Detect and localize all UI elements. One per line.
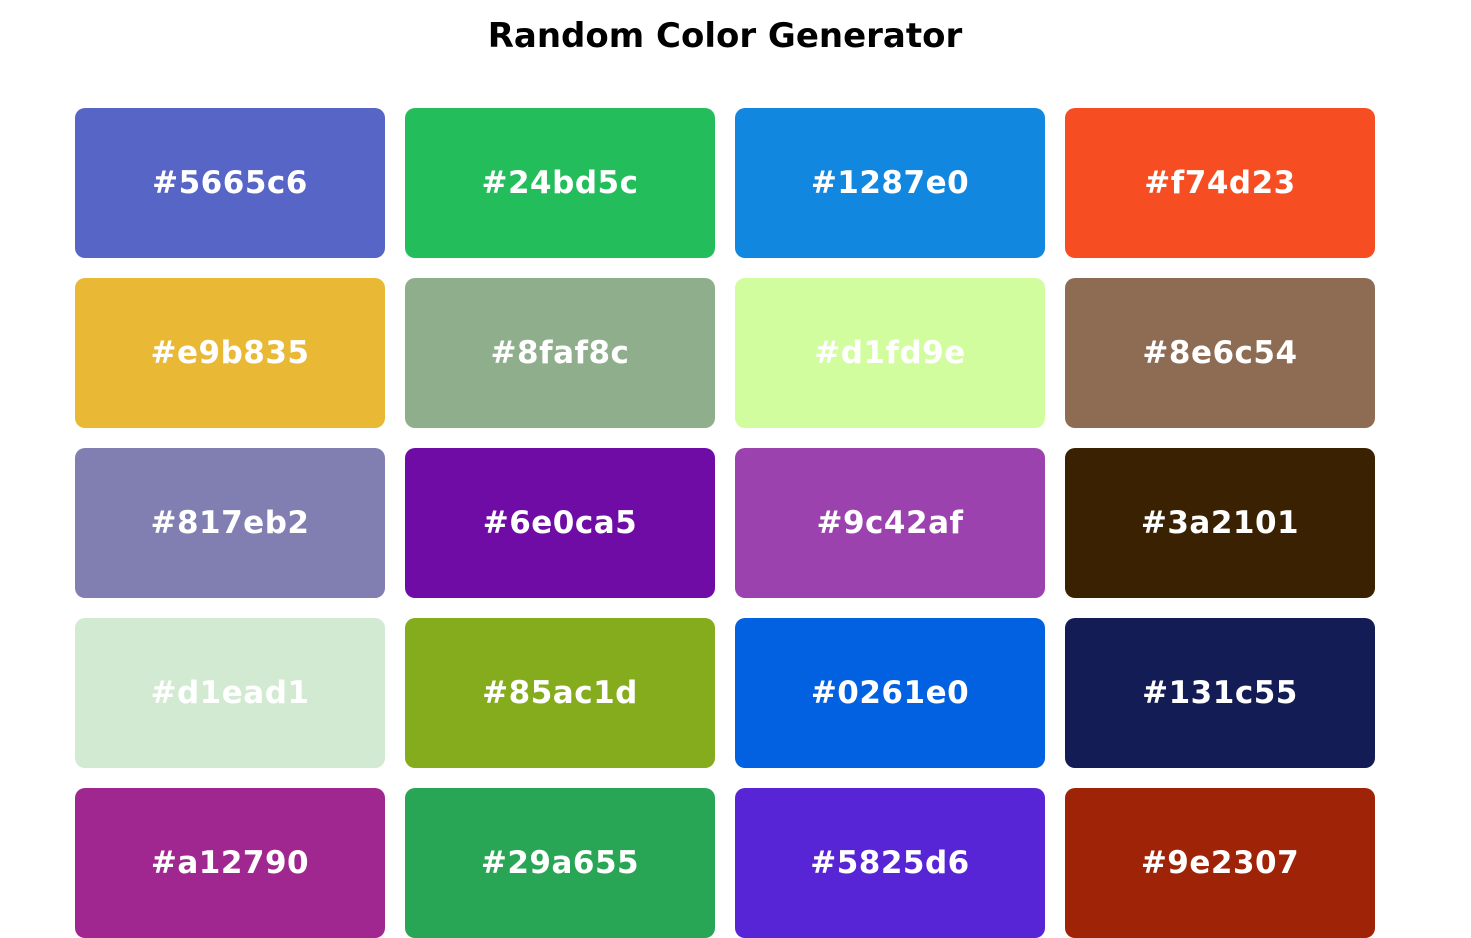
color-code: #817eb2 — [150, 505, 310, 541]
color-swatch[interactable]: #131c55 — [1065, 618, 1375, 768]
color-code: #8faf8c — [490, 335, 630, 371]
color-swatch[interactable]: #29a655 — [405, 788, 715, 938]
color-swatch[interactable]: #9e2307 — [1065, 788, 1375, 938]
color-code: #6e0ca5 — [482, 505, 638, 541]
color-swatch[interactable]: #e9b835 — [75, 278, 385, 428]
color-swatch[interactable]: #0261e0 — [735, 618, 1045, 768]
color-swatch[interactable]: #5665c6 — [75, 108, 385, 258]
color-swatch[interactable]: #f74d23 — [1065, 108, 1375, 258]
color-code: #d1fd9e — [814, 335, 966, 371]
color-swatch[interactable]: #5825d6 — [735, 788, 1045, 938]
color-grid: #5665c6 #24bd5c #1287e0 #f74d23 #e9b835 … — [75, 108, 1375, 938]
color-code: #131c55 — [1142, 675, 1298, 711]
color-swatch[interactable]: #6e0ca5 — [405, 448, 715, 598]
color-swatch[interactable]: #8e6c54 — [1065, 278, 1375, 428]
color-code: #9e2307 — [1140, 845, 1300, 881]
color-code: #e9b835 — [150, 335, 310, 371]
color-swatch[interactable]: #d1fd9e — [735, 278, 1045, 428]
color-code: #3a2101 — [1140, 505, 1300, 541]
color-swatch[interactable]: #24bd5c — [405, 108, 715, 258]
color-code: #0261e0 — [810, 675, 970, 711]
color-code: #5825d6 — [810, 845, 970, 881]
color-swatch[interactable]: #817eb2 — [75, 448, 385, 598]
color-code: #a12790 — [150, 845, 310, 881]
color-code: #85ac1d — [482, 675, 638, 711]
color-code: #29a655 — [480, 845, 640, 881]
color-code: #d1ead1 — [150, 675, 310, 711]
color-code: #24bd5c — [481, 165, 639, 201]
color-code: #8e6c54 — [1142, 335, 1298, 371]
color-swatch[interactable]: #d1ead1 — [75, 618, 385, 768]
color-code: #9c42af — [816, 505, 964, 541]
color-swatch[interactable]: #85ac1d — [405, 618, 715, 768]
color-swatch[interactable]: #9c42af — [735, 448, 1045, 598]
color-swatch[interactable]: #a12790 — [75, 788, 385, 938]
page-title: Random Color Generator — [487, 16, 963, 56]
color-swatch[interactable]: #8faf8c — [405, 278, 715, 428]
color-code: #1287e0 — [810, 165, 970, 201]
color-swatch[interactable]: #1287e0 — [735, 108, 1045, 258]
color-swatch[interactable]: #3a2101 — [1065, 448, 1375, 598]
color-code: #5665c6 — [152, 165, 308, 201]
color-code: #f74d23 — [1144, 165, 1296, 201]
